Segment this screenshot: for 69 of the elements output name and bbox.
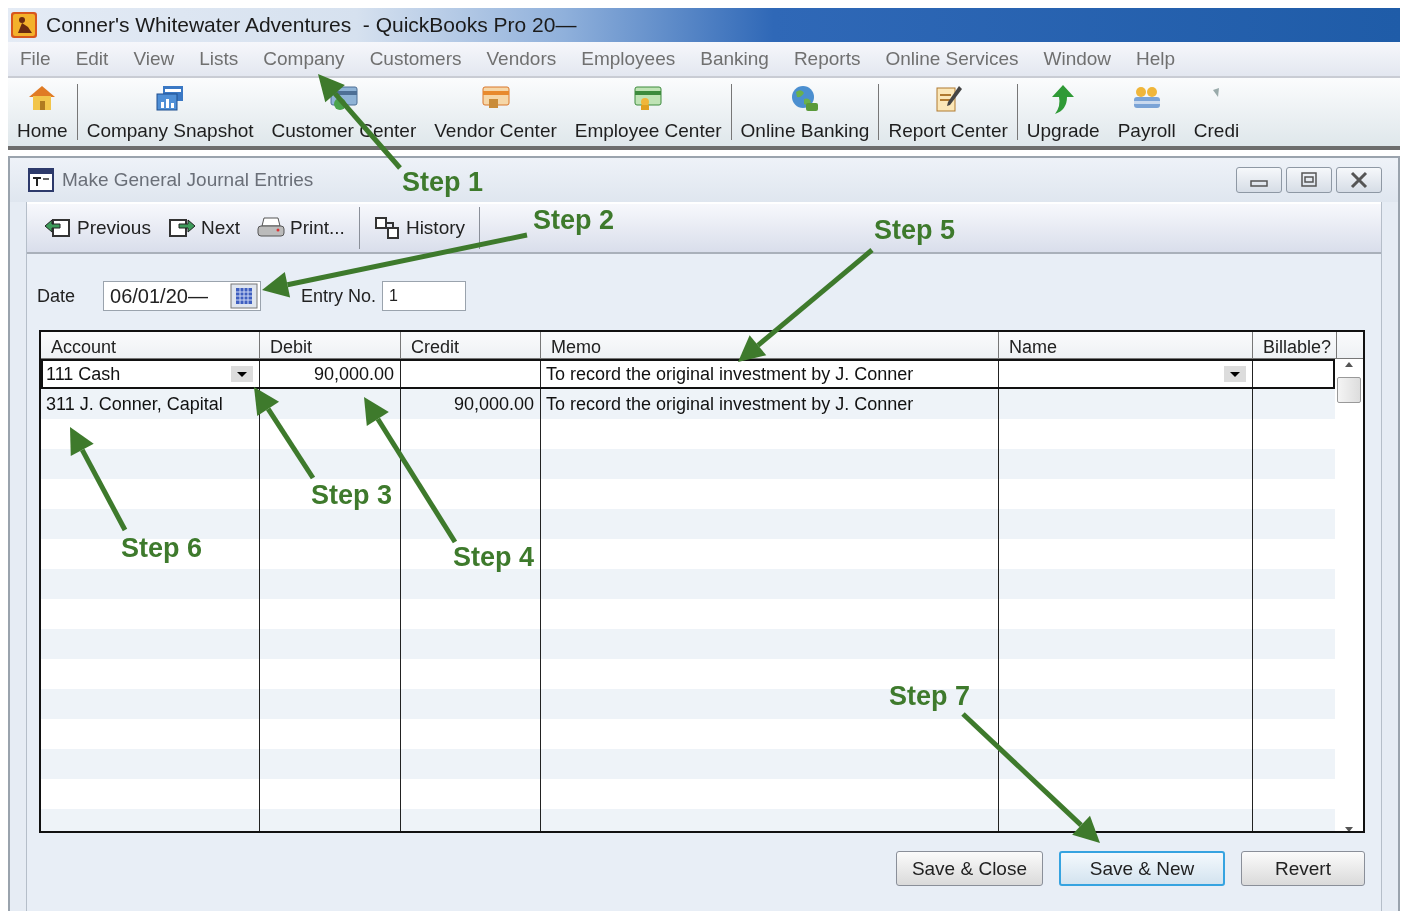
minimize-icon[interactable] [1236, 167, 1282, 193]
scrollbar-thumb[interactable] [1337, 377, 1361, 403]
linked-pages-icon [373, 216, 402, 240]
toolbar-button[interactable]: Print... [248, 204, 353, 252]
toolbar-button[interactable]: Payroll [1108, 78, 1185, 146]
back-arrow-icon [43, 217, 73, 239]
step-label: Step 4 [453, 541, 535, 573]
step-label: Step 3 [311, 479, 393, 511]
toolbar-button[interactable]: Report Center [879, 78, 1017, 146]
toolbar-button[interactable]: Credi [1184, 78, 1249, 146]
table-cell: To record the original investment by J. Conner [546, 393, 914, 415]
table-cell: 311 J. Conner, Capital [46, 393, 223, 415]
journal-form-icon [28, 168, 54, 192]
toolbar-button[interactable]: Employee Center [565, 78, 731, 146]
form-title: Make General Journal Entries [62, 169, 314, 191]
step-label: Step 7 [889, 680, 971, 712]
entry-number-label: Entry No. [301, 285, 377, 307]
menu-item[interactable]: Vendors [486, 48, 557, 70]
table-cell: 90,000.00 [453, 393, 534, 415]
app-logo-icon [10, 11, 38, 39]
card-icon [632, 84, 665, 112]
toolbar-button[interactable]: Previous [35, 204, 159, 252]
menu-item[interactable]: Help [1136, 48, 1176, 70]
column-header: Debit [260, 332, 401, 358]
table-cell: 111 Cash [46, 363, 121, 385]
pin-icon [1213, 88, 1220, 97]
printer-icon [256, 216, 286, 240]
calendar-icon[interactable] [230, 283, 259, 309]
column-header: Credit [401, 332, 541, 358]
menu-item[interactable]: Window [1043, 48, 1112, 70]
window-title: Conner's Whitewater Adventures - QuickBooks Pro 20— [46, 13, 577, 37]
toolbar-button[interactable]: Upgrade [1017, 78, 1109, 146]
restore-icon[interactable] [1286, 167, 1332, 193]
table-row[interactable]: 111 Cash 90,000.00 To record the original investment by J. Conner [41, 359, 1335, 389]
column-header: Account [41, 332, 260, 358]
menu-item[interactable]: View [133, 48, 175, 70]
table-row[interactable]: 311 J. Conner, Capital 90,000.00 To record the original investment by J. Conner [41, 389, 1335, 419]
menu-item[interactable]: Customers [369, 48, 462, 70]
globe-icon [789, 84, 821, 114]
menu-item[interactable]: Online Services [885, 48, 1019, 70]
date-label: Date [37, 285, 76, 307]
column-header: Billable? [1253, 332, 1337, 358]
menu-item[interactable]: File [20, 48, 51, 70]
menu-item[interactable]: Employees [581, 48, 676, 70]
toolbar-button[interactable]: Online Banking [731, 78, 879, 146]
toolbar-button[interactable]: Company Snapshot [77, 78, 263, 146]
close-icon[interactable] [1336, 167, 1382, 193]
forward-arrow-icon [166, 217, 197, 239]
menu-item[interactable]: Lists [199, 48, 239, 70]
step-label: Step 6 [121, 532, 203, 564]
revert-button[interactable]: Revert [1241, 851, 1365, 886]
date-field[interactable]: 06/01/20— [103, 281, 262, 311]
save-new-button[interactable]: Save & New [1059, 851, 1225, 886]
toolbar-button[interactable]: Home [8, 78, 77, 146]
menu-item[interactable]: Reports [793, 48, 861, 70]
table-cell: 90,000.00 [313, 363, 394, 385]
menu-item[interactable]: Company [263, 48, 345, 70]
toolbar-button[interactable]: History [365, 204, 474, 252]
step-label: Step 2 [533, 204, 615, 236]
entry-number-field[interactable]: 1 [382, 281, 467, 311]
table-cell: To record the original investment by J. Conner [546, 363, 914, 385]
menu-item[interactable]: Banking [700, 48, 769, 70]
column-header: Name [999, 332, 1253, 358]
step-label: Step 5 [874, 214, 956, 246]
menu-item[interactable]: Edit [75, 48, 109, 70]
toolbar-button[interactable]: Next [158, 204, 248, 252]
step-label: Step 1 [402, 166, 484, 198]
save-close-button[interactable]: Save & Close [895, 851, 1043, 886]
toolbar-button[interactable]: Vendor Center [425, 78, 566, 146]
